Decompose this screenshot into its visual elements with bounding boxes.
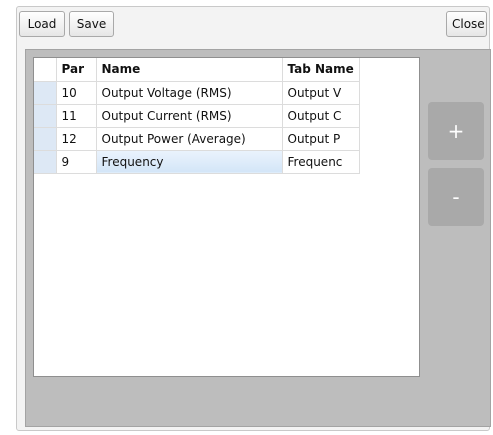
row-header[interactable]	[34, 127, 57, 151]
row-header[interactable]	[34, 104, 57, 128]
table-header-row: Par Name Tab Name	[34, 58, 360, 82]
table-row[interactable]: 9 Frequency Frequenc	[34, 149, 360, 174]
column-header-par[interactable]: Par	[56, 58, 97, 82]
close-button[interactable]: Close	[446, 11, 487, 37]
save-button[interactable]: Save	[69, 11, 114, 37]
cell-tab-name[interactable]: Output C	[282, 104, 360, 128]
cell-name[interactable]: Output Current (RMS)	[96, 104, 283, 128]
table-row[interactable]: 12 Output Power (Average) Output P	[34, 127, 360, 151]
load-button[interactable]: Load	[19, 11, 65, 37]
cell-name[interactable]: Output Voltage (RMS)	[96, 81, 283, 105]
column-header-tab-name[interactable]: Tab Name	[282, 58, 360, 82]
remove-row-button[interactable]: -	[428, 168, 484, 226]
column-header-name[interactable]: Name	[96, 58, 283, 82]
dialog-window: Load Save Close Par Name Tab Name 10 Out…	[16, 6, 491, 431]
cell-par[interactable]: 11	[56, 104, 97, 128]
cell-par[interactable]: 9	[56, 150, 97, 174]
cell-tab-name[interactable]: Output P	[282, 127, 360, 151]
cell-par[interactable]: 12	[56, 127, 97, 151]
cell-name-editing[interactable]: Frequency	[95, 149, 283, 174]
cell-tab-name[interactable]: Frequenc	[282, 150, 360, 174]
row-header-corner	[34, 58, 57, 82]
cell-par[interactable]: 10	[56, 81, 97, 105]
parameter-table: Par Name Tab Name 10 Output Voltage (RMS…	[34, 58, 360, 174]
table-row[interactable]: 10 Output Voltage (RMS) Output V	[34, 81, 360, 105]
cell-name[interactable]: Output Power (Average)	[96, 127, 283, 151]
table-row[interactable]: 11 Output Current (RMS) Output C	[34, 104, 360, 128]
row-header[interactable]	[34, 81, 57, 105]
cell-tab-name[interactable]: Output V	[282, 81, 360, 105]
parameters-panel: Par Name Tab Name 10 Output Voltage (RMS…	[25, 49, 491, 427]
parameter-grid[interactable]: Par Name Tab Name 10 Output Voltage (RMS…	[33, 57, 420, 377]
row-header[interactable]	[34, 150, 57, 174]
add-row-button[interactable]: +	[428, 102, 484, 160]
